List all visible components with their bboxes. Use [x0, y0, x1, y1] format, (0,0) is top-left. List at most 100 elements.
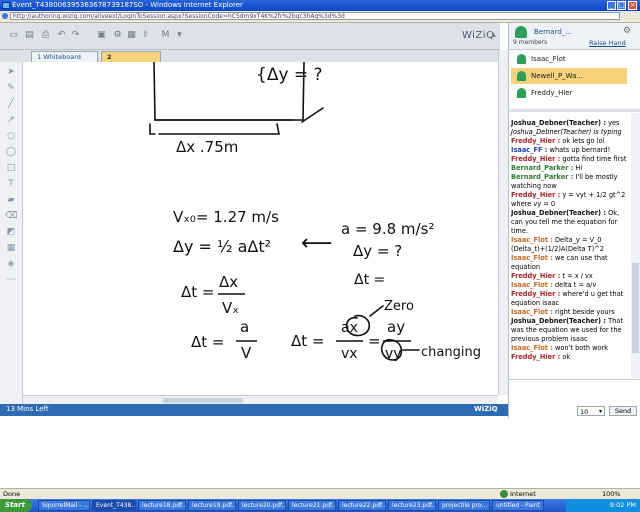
tab-whiteboard-2[interactable]: 2 Whiteboard	[101, 51, 161, 72]
highlighter-icon[interactable]: ▰	[5, 194, 17, 206]
capture-icon[interactable]: ▦	[126, 30, 137, 41]
chat-message: Joshua_Debner(Teacher) is typing	[511, 128, 631, 137]
settings-icon[interactable]: ⚙	[623, 26, 631, 36]
note-vx0: Vₓ₀= 1.27 m/s	[173, 208, 279, 226]
member-item-selected[interactable]: Newell_P_Wa...	[511, 68, 627, 84]
time-left: 13 Mins Left	[6, 405, 49, 413]
chat-sender: Isaac_FF :	[511, 146, 548, 154]
eraser-icon[interactable]: ⌫	[5, 210, 18, 222]
wiziq-toolbar: ▭ ▤ ⎙ ↶ ↷ ▣ ⚙ ▦ ⇪ M ▾ WiZiQ ▴	[0, 23, 500, 50]
print-icon[interactable]: ⎙	[40, 30, 51, 41]
color-icon[interactable]: ◈	[5, 258, 17, 270]
chat-message: Bernard_Parker : I'll be mostly watching…	[511, 173, 631, 191]
whiteboard-tabs: 1 Whiteboard 2 Whiteboard	[0, 50, 500, 72]
line-icon[interactable]: ╱	[5, 98, 17, 110]
pen-icon[interactable]: ✎	[5, 82, 17, 94]
fill-icon[interactable]: ◩	[5, 226, 17, 238]
select-icon[interactable]: ➤	[5, 66, 17, 78]
chat-text: whats up bernard!	[549, 146, 611, 154]
chat-message: Freddy_Hier : y = vyt + 1/2 gt^2 where v…	[511, 191, 631, 209]
start-button[interactable]: Start	[0, 499, 32, 512]
task-button-active[interactable]: Event_T438...	[92, 500, 136, 511]
chat-scroll-thumb[interactable]	[632, 263, 639, 353]
hscroll-thumb[interactable]	[163, 398, 243, 403]
chat-message: Freddy_Hier : t = x / vx	[511, 272, 631, 281]
person-icon	[517, 71, 526, 81]
tab-whiteboard-1[interactable]: 1 Whiteboard	[31, 51, 98, 62]
note-ay: ay	[387, 318, 405, 336]
note-changing: changing	[421, 345, 481, 360]
footer-logo: WiZiQ	[474, 405, 498, 413]
raise-hand-link[interactable]: Raise Hand	[589, 39, 626, 47]
close-button[interactable]: ×	[628, 1, 637, 10]
note-a-top: a	[240, 318, 249, 336]
chat-sender: Joshua_Debner(Teacher) :	[511, 119, 606, 127]
note-dx: Δx .75m	[176, 138, 238, 156]
chat-message: Isaac_Flot : right beside yours	[511, 308, 631, 317]
task-button[interactable]: lecture23.pdf...	[388, 500, 436, 511]
note-dy-eq: Δy = ½ aΔt²	[173, 237, 271, 256]
settings-icon[interactable]: ⚙	[112, 30, 123, 41]
chat-sender: Freddy_Hier :	[511, 137, 561, 145]
user-avatar	[515, 26, 527, 38]
task-button[interactable]: lecture20.pdf...	[238, 500, 286, 511]
send-button[interactable]: Send	[609, 406, 637, 416]
chat-input[interactable]	[509, 379, 640, 404]
task-button[interactable]: lecture21.pdf...	[288, 500, 336, 511]
person-icon	[517, 88, 526, 98]
address-bar: http://authoring.wiziq.com/aliveext/Logi…	[0, 11, 640, 23]
chat-sender: Joshua_Debner(Teacher) :	[511, 209, 606, 217]
chat-message: Isaac_Flot : Delta_y = V_0 (Delta_t)+(1/…	[511, 236, 631, 254]
new-page-icon[interactable]: ▭	[8, 30, 19, 41]
chat-log: Joshua_Debner(Teacher) : yes Joshua_Debne…	[509, 119, 631, 379]
note-dt-blank: Δt =	[354, 272, 385, 288]
task-button[interactable]: lecture19.pdf...	[188, 500, 236, 511]
share-icon[interactable]: ⇪	[140, 30, 151, 41]
note-dy-q: Δy = ?	[353, 242, 402, 260]
chat-text: Joshua_Debner(Teacher) is typing	[511, 128, 622, 136]
system-tray: 9:02 PM	[566, 499, 640, 512]
member-item[interactable]: Freddy_Hier	[511, 85, 627, 101]
ellipse-icon[interactable]: ◯	[5, 146, 17, 158]
rectangle-icon[interactable]: □	[5, 162, 17, 174]
chat-scrollbar[interactable]	[631, 113, 640, 378]
task-button[interactable]: SquirrelMail - ...	[38, 500, 90, 511]
grid-icon[interactable]: ▦	[5, 242, 17, 254]
text-icon[interactable]: T	[5, 178, 17, 190]
minimize-button[interactable]: _	[607, 1, 616, 10]
page-icon	[2, 13, 8, 19]
url-field[interactable]: http://authoring.wiziq.com/aliveext/Logi…	[10, 12, 620, 20]
task-button[interactable]: untitled - Paint	[492, 500, 544, 511]
person-icon	[517, 54, 526, 64]
chevron-down-icon[interactable]: ▾	[174, 30, 185, 41]
redo-icon[interactable]: ↷	[70, 30, 81, 41]
chat-message: Freddy_Hier : where'd u get that equatio…	[511, 290, 631, 308]
undo-icon[interactable]: ↶	[56, 30, 67, 41]
font-size-select[interactable]: 10 ▾	[577, 406, 605, 416]
screen-icon[interactable]: ▣	[96, 30, 107, 41]
chat-text: ok	[562, 353, 571, 361]
collapse-icon[interactable]: ▴	[488, 30, 499, 41]
more-tools-icon[interactable]: ⋯	[5, 274, 17, 286]
task-button[interactable]: projectile pro...	[438, 500, 490, 511]
maximize-button[interactable]: □	[617, 1, 626, 10]
circle-icon[interactable]: ○	[5, 130, 17, 142]
note-eq: =	[368, 332, 381, 350]
windows-taskbar: Start SquirrelMail - ... Event_T438... l…	[0, 499, 640, 512]
task-button[interactable]: lecture22.pdf...	[338, 500, 386, 511]
arrow-icon[interactable]: ↗	[5, 114, 17, 126]
window-title: Event_T438006395363678739187SO - Windows…	[12, 1, 243, 9]
chat-text: right beside yours	[554, 308, 615, 316]
note-dy: {Δy = ?	[256, 65, 323, 85]
chat-text: t = x / vx	[562, 272, 593, 280]
chat-message: Joshua_Debner(Teacher) : That was the eq…	[511, 317, 631, 344]
member-item[interactable]: Isaac_Flot	[511, 51, 627, 67]
handwriting-layer: {Δy = ? Δx .75m Vₓ₀= 1.27 m/s Δy = ½ aΔt…	[149, 62, 481, 362]
mic-icon[interactable]: M	[160, 30, 171, 41]
chat-message: Isaac_FF : whats up bernard!	[511, 146, 631, 155]
open-icon[interactable]: ▤	[24, 30, 35, 41]
note-vx: vx	[341, 346, 358, 362]
note-ax: ax	[341, 320, 358, 336]
task-button[interactable]: lecture18.pdf...	[138, 500, 186, 511]
whiteboard-canvas[interactable]: {Δy = ? Δx .75m Vₓ₀= 1.27 m/s Δy = ½ aΔt…	[23, 62, 498, 395]
